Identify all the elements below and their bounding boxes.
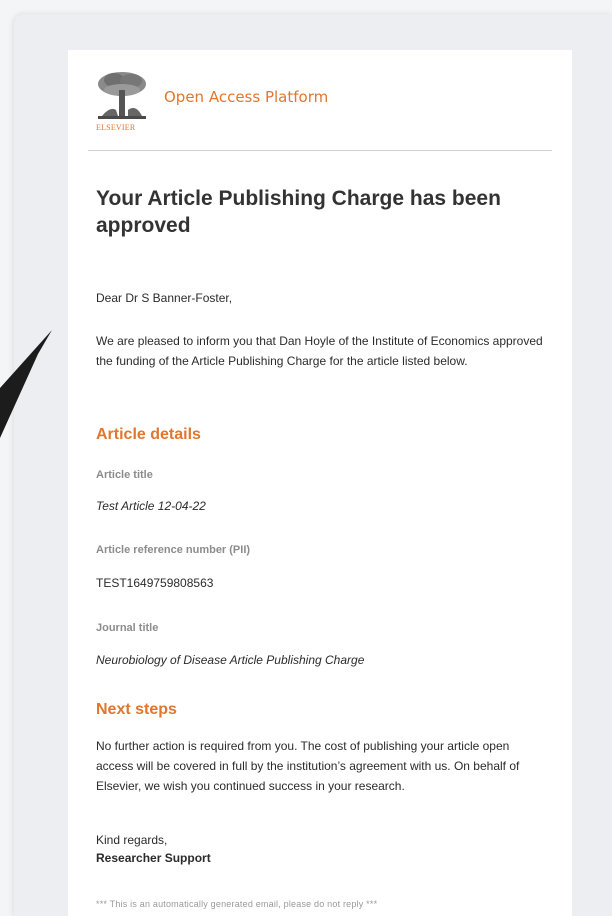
signature: Researcher Support	[96, 851, 211, 865]
email-card: ELSEVIER Open Access Platform Your Artic…	[68, 50, 572, 916]
article-title-label: Article title	[96, 469, 153, 481]
platform-name: Open Access Platform	[164, 88, 329, 106]
next-steps-heading: Next steps	[96, 701, 177, 718]
journal-title-value: Neurobiology of Disease Article Publishi…	[96, 653, 365, 667]
next-steps-paragraph: No further action is required from you. …	[96, 739, 520, 793]
closing-text: Kind regards,	[96, 833, 168, 847]
article-reference-value: TEST1649759808563	[96, 576, 214, 590]
article-details-heading: Article details	[96, 426, 201, 443]
logo-wordmark: ELSEVIER	[96, 123, 136, 132]
pointer-arrow-icon	[0, 330, 52, 438]
intro-paragraph: We are pleased to inform you that Dan Ho…	[96, 334, 543, 368]
greeting: Dear Dr S Banner-Foster,	[96, 291, 233, 305]
journal-title-label: Journal title	[96, 622, 159, 634]
article-reference-label: Article reference number (PII)	[96, 544, 251, 556]
email-title: Your Article Publishing Charge has been …	[96, 187, 501, 237]
article-title-value: Test Article 12-04-22	[96, 499, 206, 513]
auto-generated-note: *** This is an automatically generated e…	[96, 899, 378, 909]
email-header: ELSEVIER Open Access Platform	[88, 70, 552, 151]
